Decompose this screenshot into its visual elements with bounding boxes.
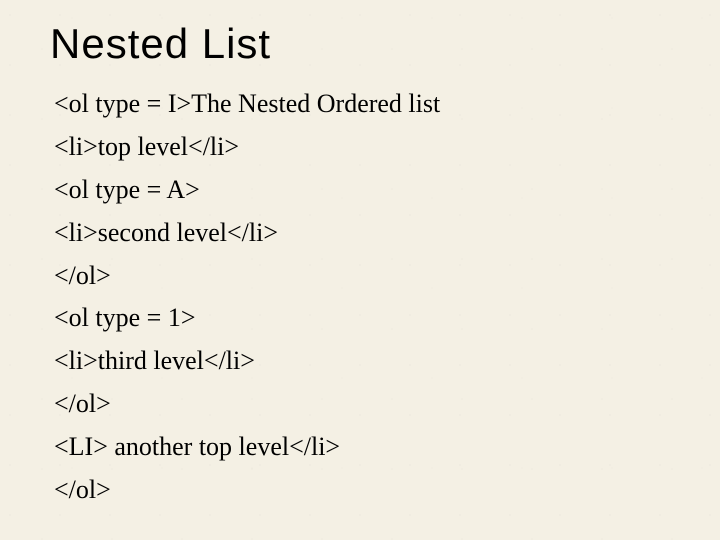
code-line: <ol type = A> bbox=[54, 169, 670, 212]
code-line: <li>second level</li> bbox=[54, 212, 670, 255]
code-line: <li>third level</li> bbox=[54, 340, 670, 383]
code-line: <li>top level</li> bbox=[54, 126, 670, 169]
code-line: </ol> bbox=[54, 469, 670, 512]
code-line: </ol> bbox=[54, 383, 670, 426]
code-line: <LI> another top level</li> bbox=[54, 426, 670, 469]
code-line: <ol type = 1> bbox=[54, 297, 670, 340]
code-line: </ol> bbox=[54, 255, 670, 298]
page-title: Nested List bbox=[50, 20, 670, 68]
code-line: <ol type = I>The Nested Ordered list bbox=[54, 83, 670, 126]
